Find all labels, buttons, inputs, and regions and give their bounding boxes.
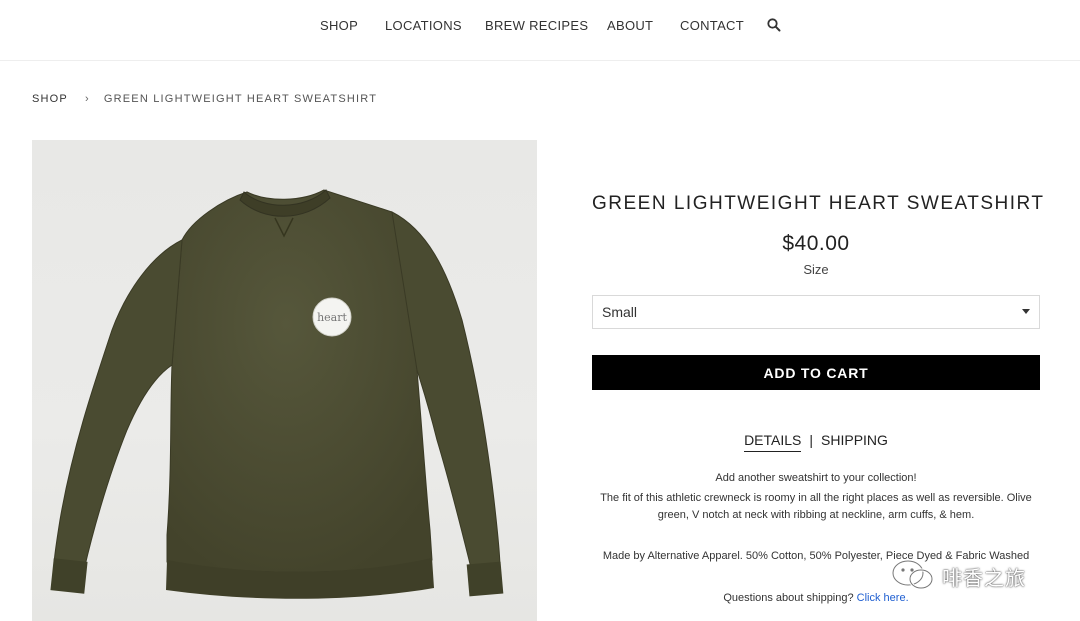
watermark-text: 啡香之旅: [942, 568, 1026, 590]
sweatshirt-body: [166, 189, 433, 573]
size-select[interactable]: Small: [592, 295, 1040, 329]
nav-link-contact[interactable]: CONTACT: [680, 18, 744, 33]
product-image[interactable]: heart: [32, 140, 537, 621]
shipping-question: Questions about shipping? Click here.: [592, 590, 1040, 607]
product-price: $40.00: [782, 232, 850, 255]
nav-link-shop[interactable]: SHOP: [320, 18, 358, 33]
watermark: 啡香之旅: [888, 556, 1053, 592]
nav-link-locations[interactable]: LOCATIONS: [385, 18, 462, 33]
search-icon[interactable]: [766, 17, 782, 33]
tab-shipping[interactable]: SHIPPING: [821, 432, 888, 451]
product-tabs: DETAILS | SHIPPING: [592, 432, 1040, 452]
top-navigation: SHOP LOCATIONS BREW RECIPES ABOUT CONTAC…: [0, 0, 1080, 61]
breadcrumb: SHOP › GREEN LIGHTWEIGHT HEART SWEATSHIRT: [32, 93, 377, 105]
nav-link-brew-recipes[interactable]: BREW RECIPES: [485, 18, 588, 33]
chevron-down-icon: [1022, 309, 1030, 314]
tab-divider: |: [809, 432, 814, 448]
size-select-value: Small: [602, 304, 638, 320]
breadcrumb-separator: ›: [84, 93, 90, 105]
tab-details[interactable]: DETAILS: [744, 432, 802, 452]
description-fit: The fit of this athletic crewneck is roo…: [600, 492, 1032, 521]
description-intro: Add another sweatshirt to your collectio…: [715, 472, 917, 484]
sweatshirt-illustration: heart: [50, 189, 504, 599]
wechat-icon: [891, 559, 934, 590]
shipping-question-text: Questions about shipping?: [723, 592, 854, 604]
nav-link-about[interactable]: ABOUT: [607, 18, 653, 33]
breadcrumb-current: GREEN LIGHTWEIGHT HEART SWEATSHIRT: [103, 93, 378, 105]
shipping-link[interactable]: Click here.: [857, 592, 909, 604]
breadcrumb-shop-link[interactable]: SHOP: [32, 93, 68, 105]
add-to-cart-button[interactable]: ADD TO CART: [592, 355, 1040, 390]
product-title: GREEN LIGHTWEIGHT HEART SWEATSHIRT: [592, 193, 1045, 214]
size-label: Size: [803, 262, 829, 277]
heart-patch-text: heart: [317, 311, 347, 324]
sweatshirt-left-sleeve: [53, 239, 183, 571]
